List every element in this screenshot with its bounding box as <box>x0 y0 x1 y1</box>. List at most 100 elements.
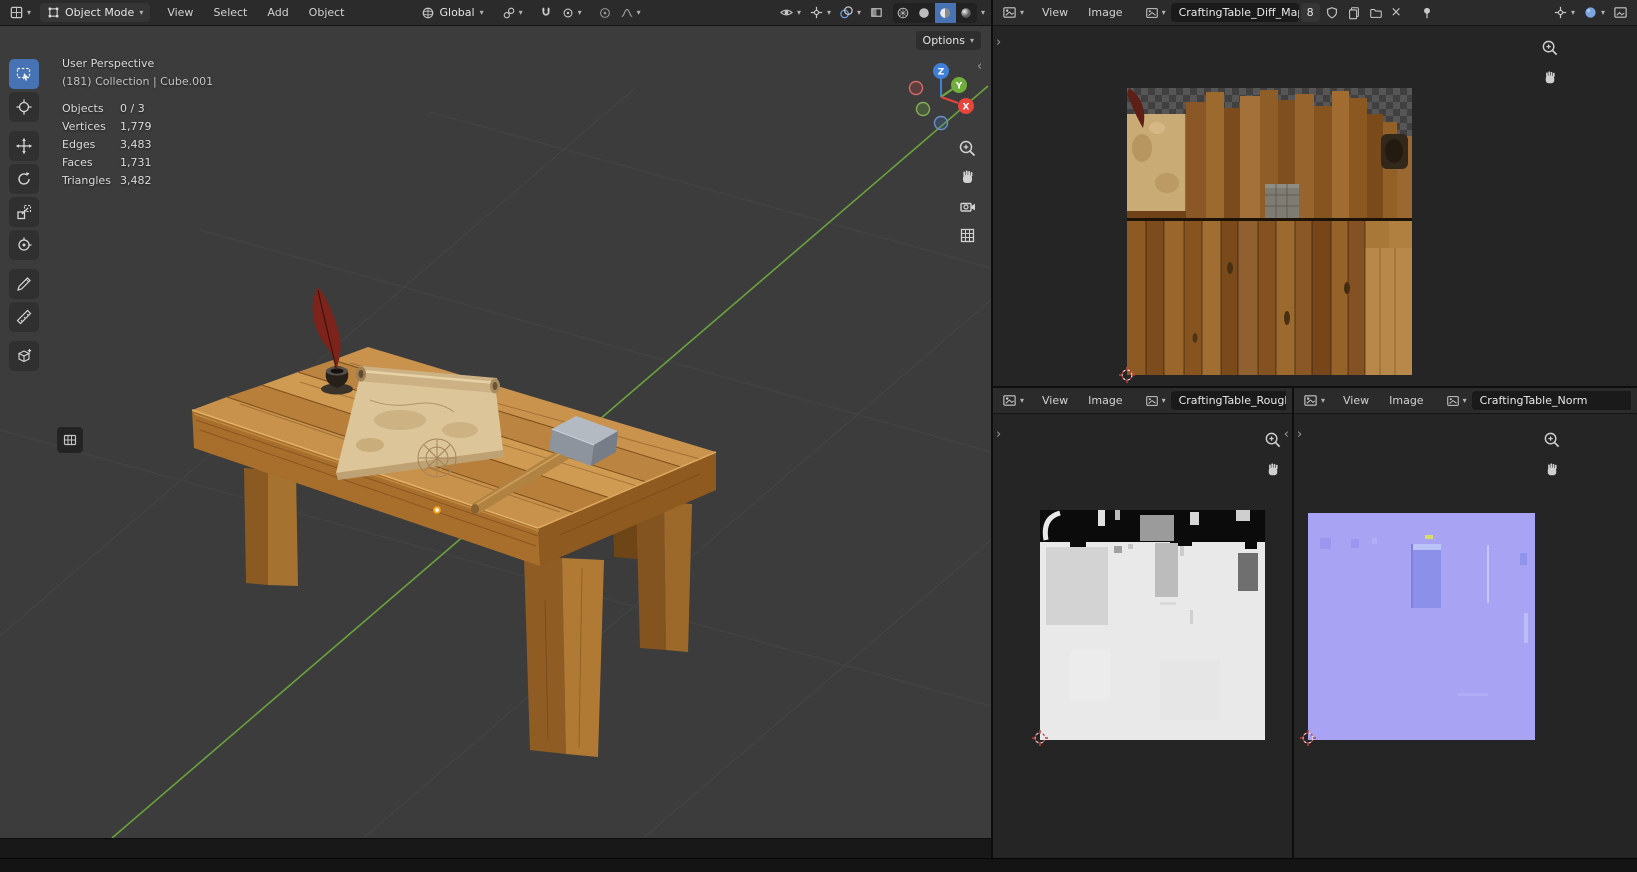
image-editor-header: ▾ View Image ▾ CraftingTable_Diff_Map 8 <box>993 0 1637 26</box>
diffuse-lower-planks <box>1127 221 1412 375</box>
proportional-falloff-dropdown[interactable]: ▾ <box>617 4 644 22</box>
zoom-button[interactable] <box>1540 428 1564 452</box>
diffuse-map-image[interactable] <box>1127 88 1412 375</box>
shading-rendered-button[interactable] <box>956 3 977 23</box>
menu-select[interactable]: Select <box>204 2 256 23</box>
image-name-field[interactable]: CraftingTable_Diff_Map <box>1170 3 1299 22</box>
tool-select-box[interactable] <box>9 59 39 89</box>
image-browse-icon <box>1145 6 1159 20</box>
xray-icon <box>869 5 884 20</box>
editor-gizmos-dropdown[interactable]: ▾ <box>1550 3 1578 22</box>
tool-annotate[interactable] <box>9 269 39 299</box>
image-name-field[interactable]: CraftingTable_Norm <box>1471 391 1631 410</box>
region-toggle-arrow[interactable]: › <box>996 36 1001 49</box>
tool-transform[interactable] <box>9 230 39 260</box>
menu-object[interactable]: Object <box>300 2 354 23</box>
overlays-dropdown[interactable]: ▾ <box>836 3 864 22</box>
3d-viewport-area[interactable]: ▾ Object Mode ▾ View Select Add Object G… <box>0 0 991 838</box>
render-slot-icon-button[interactable] <box>1610 3 1631 22</box>
region-toggle-arrow[interactable]: › <box>996 428 1001 441</box>
menu-add[interactable]: Add <box>258 2 297 23</box>
tool-measure[interactable] <box>9 302 39 332</box>
snap-target-dropdown[interactable]: ▾ <box>558 4 585 22</box>
new-image-button[interactable] <box>1344 4 1364 22</box>
gizmos-dropdown[interactable]: ▾ <box>806 3 834 22</box>
region-toggle-arrow[interactable]: ‹ <box>977 60 982 73</box>
mode-dropdown[interactable]: Object Mode ▾ <box>40 3 151 22</box>
zoom-button[interactable] <box>1538 36 1562 60</box>
pin-toggle[interactable] <box>1417 4 1437 22</box>
editor-type-button[interactable]: ▾ <box>999 3 1027 22</box>
gizmo-arrows-icon <box>809 5 824 20</box>
browse-image-dropdown[interactable]: ▾ <box>1142 4 1169 22</box>
editor-type-button[interactable]: ▾ <box>6 3 34 22</box>
tool-scale[interactable] <box>9 197 39 227</box>
viewport-header: ▾ Object Mode ▾ View Select Add Object G… <box>0 0 991 26</box>
image-editor-header: ▾ View Image ▾ CraftingTable_Rough_Ma <box>993 388 1292 414</box>
collapsed-operator-panel[interactable] <box>57 427 83 453</box>
tool-move[interactable] <box>9 131 39 161</box>
image-editor-diffuse[interactable]: ▾ View Image ▾ CraftingTable_Diff_Map 8 <box>993 0 1637 386</box>
editor-type-button[interactable]: ▾ <box>1300 391 1328 410</box>
browse-image-dropdown[interactable]: ▾ <box>1443 392 1470 410</box>
object-mode-icon <box>47 6 60 19</box>
xray-toggle[interactable] <box>866 3 887 22</box>
unlink-image-button[interactable]: × <box>1388 4 1405 21</box>
menu-image[interactable]: Image <box>1380 390 1432 411</box>
overlays-icon <box>839 5 854 20</box>
menu-view[interactable]: View <box>1334 390 1378 411</box>
uv-2d-cursor[interactable] <box>1032 730 1048 746</box>
transform-orientation-dropdown[interactable]: Global ▾ <box>414 3 491 23</box>
visibility-dropdown[interactable]: ▾ <box>776 3 804 22</box>
fake-user-toggle[interactable] <box>1322 4 1342 22</box>
pan-hand-button[interactable] <box>1538 66 1562 90</box>
uv-2d-cursor[interactable] <box>1300 730 1316 746</box>
browse-image-dropdown[interactable]: ▾ <box>1142 392 1169 410</box>
scale-icon <box>15 203 33 221</box>
folder-icon <box>1369 6 1383 20</box>
shading-dropdown[interactable]: ▾ <box>981 8 985 17</box>
shading-solid-button[interactable] <box>914 3 935 23</box>
normal-map-image[interactable] <box>1308 513 1535 740</box>
tool-rotate[interactable] <box>9 164 39 194</box>
open-image-button[interactable] <box>1366 4 1386 22</box>
image-editor-roughness[interactable]: ▾ View Image ▾ CraftingTable_Rough_Ma <box>993 388 1292 858</box>
menu-view[interactable]: View <box>1033 390 1077 411</box>
menu-view[interactable]: View <box>1033 2 1077 23</box>
pan-hand-button[interactable] <box>955 165 979 189</box>
pivot-point-dropdown[interactable]: ▾ <box>499 4 526 22</box>
object-origin-dot[interactable] <box>433 506 441 514</box>
close-icon: × <box>1390 5 1402 20</box>
diffuse-metal-plate-region <box>1265 184 1299 218</box>
editor-type-icon-image-editor <box>1002 5 1017 20</box>
timeline-area-collapsed[interactable] <box>0 838 991 858</box>
image-editor-normal[interactable]: ▾ View Image ▾ CraftingTable_Norm › <box>1294 388 1637 858</box>
menu-image[interactable]: Image <box>1079 390 1131 411</box>
menu-view[interactable]: View <box>158 2 202 23</box>
zoom-button[interactable] <box>955 136 979 160</box>
region-toggle-arrow[interactable]: ‹ <box>1284 428 1289 441</box>
orthographic-toggle-button[interactable] <box>955 223 979 247</box>
display-channels-dropdown[interactable]: ▾ <box>1580 3 1608 22</box>
snap-toggle[interactable] <box>536 4 556 22</box>
tool-add-primitive[interactable] <box>9 341 39 371</box>
options-dropdown[interactable]: Options ▾ <box>915 31 981 50</box>
camera-view-button[interactable] <box>955 194 979 218</box>
navigation-gizmo[interactable]: Z Y X <box>905 60 977 134</box>
shading-wireframe-button[interactable] <box>893 3 914 23</box>
editor-type-button[interactable]: ▾ <box>999 391 1027 410</box>
region-toggle-arrow[interactable]: › <box>1297 428 1302 441</box>
zoom-button[interactable] <box>1261 428 1285 452</box>
tool-cursor[interactable] <box>9 92 39 122</box>
menu-image[interactable]: Image <box>1079 2 1131 23</box>
image-name-field[interactable]: CraftingTable_Rough_Ma <box>1170 391 1286 410</box>
proportional-circle-icon <box>598 6 612 20</box>
pan-hand-button[interactable] <box>1540 458 1564 482</box>
shading-material-preview-button[interactable] <box>934 2 956 23</box>
proportional-edit-toggle[interactable] <box>595 4 615 22</box>
pan-hand-button[interactable] <box>1261 458 1285 482</box>
image-users-count[interactable]: 8 <box>1300 3 1320 22</box>
uv-2d-cursor[interactable] <box>1119 367 1135 383</box>
roughness-map-image[interactable] <box>1040 510 1265 740</box>
orientation-label: Global <box>439 6 475 19</box>
